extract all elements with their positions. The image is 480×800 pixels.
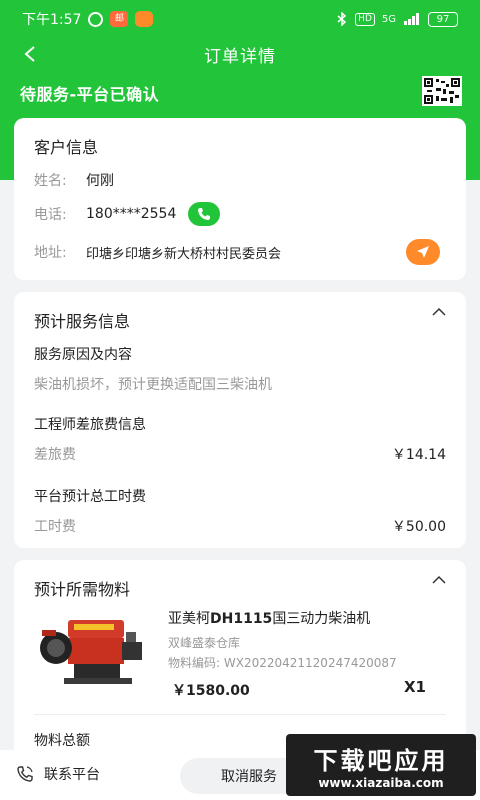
materials-title: 预计所需物料 <box>34 580 131 599</box>
product-quantity: X1 <box>403 678 426 696</box>
chevron-left-icon <box>24 46 35 62</box>
collapse-button[interactable] <box>430 304 448 318</box>
hd-indicator: HD <box>355 12 375 26</box>
service-reason-title: 服务原因及内容 <box>34 347 132 363</box>
materials-total-label: 物料总额 <box>34 733 90 749</box>
product-code-row: 物料编码: WX20220421120247420087 <box>168 654 397 671</box>
signal-icon <box>404 13 419 25</box>
contact-platform-button[interactable]: 联系平台 <box>16 764 100 784</box>
watermark-title: 下载吧应用 <box>313 746 449 775</box>
divider <box>34 714 446 715</box>
customer-name: 何刚 <box>86 173 114 189</box>
qr-code-button[interactable] <box>422 76 462 106</box>
alarm-icon <box>88 11 104 27</box>
status-bar: 下午1:57 邮 HD 5G 97 <box>0 0 480 38</box>
order-status-row: 待服务-平台已确认 <box>20 76 462 108</box>
contact-platform-label: 联系平台 <box>44 767 100 783</box>
travel-fee-label: 差旅费 <box>34 447 76 463</box>
app-notification-icon-2 <box>135 11 154 27</box>
product-name: 亚美柯DH1115国三动力柴油机 <box>168 608 370 628</box>
customer-info-card: 客户信息 姓名: 何刚 电话: 180****2554 地址: 印塘乡印塘乡新大… <box>14 118 466 280</box>
cancel-service-label: 取消服务 <box>221 769 277 785</box>
travel-fee-row: 差旅费 ￥14.14 <box>34 444 446 464</box>
phone-label: 电话: <box>34 207 67 223</box>
watermark-url: www.xiazaiba.com <box>318 775 444 790</box>
travel-fee-value: ￥14.14 <box>391 447 446 463</box>
labor-fee-title: 平台预计总工时费 <box>34 489 146 505</box>
product-desc: 国三动力柴油机 <box>272 611 371 627</box>
nav-bar: 订单详情 <box>0 38 480 70</box>
customer-info-title: 客户信息 <box>34 138 99 157</box>
order-status: 待服务-平台已确认 <box>20 85 160 104</box>
collapse-button[interactable] <box>430 572 448 586</box>
service-info-title: 预计服务信息 <box>34 312 131 331</box>
customer-address-row: 地址: 印塘乡印塘乡新大桥村村民委员会 <box>34 239 446 265</box>
customer-phone: 180****2554 <box>86 206 177 222</box>
chevron-up-icon <box>432 307 446 316</box>
product-warehouse: 双峰盛泰仓库 <box>168 636 241 650</box>
product-brand: 亚美柯 <box>168 611 210 627</box>
navigation-arrow-icon <box>417 246 429 258</box>
page-title: 订单详情 <box>204 46 276 67</box>
status-time: 下午1:57 <box>22 12 82 28</box>
chevron-up-icon <box>432 575 446 584</box>
labor-fee-label: 工时费 <box>34 519 76 535</box>
back-button[interactable] <box>16 40 44 68</box>
product-code: WX20220421120247420087 <box>223 656 397 670</box>
labor-fee-row: 工时费 ￥50.00 <box>34 516 446 536</box>
travel-fee-title: 工程师差旅费信息 <box>34 417 146 433</box>
service-info-card: 预计服务信息 服务原因及内容 柴油机损坏，预计更换适配国三柴油机 工程师差旅费信… <box>14 292 466 548</box>
watermark-logo: 下载吧应用 www.xiazaiba.com <box>286 734 476 796</box>
product-model: DH1115 <box>210 611 273 627</box>
phone-icon <box>198 208 211 220</box>
customer-name-row: 姓名: 何刚 <box>34 170 446 190</box>
phone-icon <box>17 766 33 782</box>
bluetooth-icon <box>337 12 347 26</box>
navigate-button[interactable] <box>406 239 440 265</box>
product-code-label: 物料编码: <box>168 656 221 670</box>
labor-fee-value: ￥50.00 <box>391 519 446 535</box>
product-price: ￥1580.00 <box>172 683 250 699</box>
qr-code-icon <box>424 78 460 104</box>
product-image <box>34 612 152 696</box>
address-label: 地址: <box>34 245 67 261</box>
battery-indicator: 97 <box>428 11 458 27</box>
customer-address: 印塘乡印塘乡新大桥村村民委员会 <box>86 246 282 262</box>
call-button[interactable] <box>188 202 221 226</box>
diesel-engine-illustration <box>40 620 142 684</box>
name-label: 姓名: <box>34 173 67 189</box>
network-indicator: 5G <box>381 13 396 25</box>
service-reason-text: 柴油机损坏，预计更换适配国三柴油机 <box>34 377 272 393</box>
app-notification-icon: 邮 <box>110 11 129 27</box>
customer-phone-row: 电话: 180****2554 <box>34 202 446 226</box>
